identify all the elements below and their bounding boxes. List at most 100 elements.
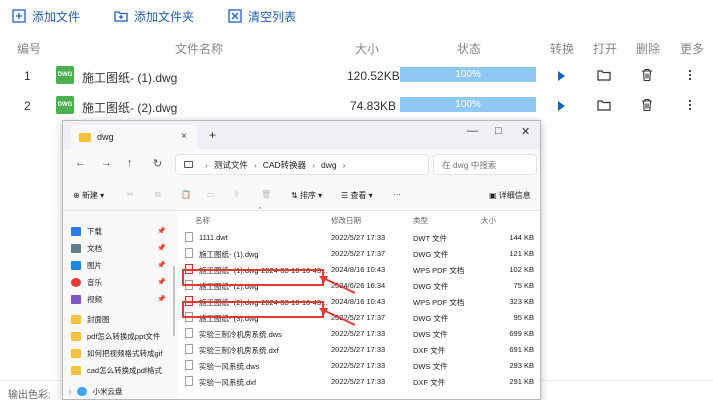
dwg-file-icon: DWG bbox=[56, 96, 74, 114]
sort-button[interactable]: ⇅ 排序 ▾ bbox=[291, 190, 322, 201]
breadcrumb-cad-converter[interactable]: CAD转换器 bbox=[263, 159, 306, 171]
forward-arrow-icon[interactable]: → bbox=[101, 157, 112, 169]
col-header-name[interactable]: 名称 bbox=[195, 211, 210, 229]
sidebar-item-cover[interactable]: 封面图 bbox=[71, 312, 110, 326]
delete-icon[interactable]: 🗑 bbox=[261, 190, 271, 199]
address-path[interactable]: › 测试文件 › CAD转换器 › dwg › bbox=[175, 154, 429, 175]
close-window-icon[interactable]: ✕ bbox=[521, 125, 530, 138]
sidebar-label: 小米云盘 bbox=[92, 386, 123, 396]
plus-circle-icon: ⊕ bbox=[73, 191, 82, 200]
pin-icon: 📌 bbox=[157, 228, 166, 235]
up-arrow-icon[interactable]: ↑ bbox=[127, 157, 133, 169]
sidebar-item-music[interactable]: 音乐 bbox=[71, 275, 102, 289]
file-row[interactable]: 实验三制冷机房系统.dxf 2022/5/27 17:33 DXF 文件 691 KB bbox=[177, 341, 540, 357]
col-header-date[interactable]: 修改日期 bbox=[331, 211, 361, 229]
col-convert: 转换 bbox=[550, 42, 575, 56]
col-header-type[interactable]: 类型 bbox=[413, 211, 428, 229]
sidebar-item-documents[interactable]: 文档 bbox=[71, 241, 102, 255]
folder-icon bbox=[71, 348, 81, 358]
row-filename: 施工图纸- (2).dwg bbox=[82, 101, 178, 115]
file-icon bbox=[185, 360, 193, 370]
sidebar-item-xiaomi-cloud[interactable]: › 小米云盘 bbox=[69, 384, 123, 398]
clear-list-icon bbox=[228, 9, 242, 23]
rename-icon[interactable]: ▭ bbox=[207, 190, 215, 199]
tab-close-icon[interactable]: × bbox=[181, 131, 187, 142]
pin-icon: 📌 bbox=[157, 245, 166, 252]
col-index: 编号 bbox=[17, 42, 42, 56]
sidebar-item-downloads[interactable]: 下载 bbox=[71, 224, 102, 238]
file-size: 691 KB bbox=[509, 345, 534, 354]
more-commands-icon[interactable]: ··· bbox=[393, 190, 401, 199]
sidebar-item-folder[interactable]: pdf怎么转换成ppt文件 bbox=[71, 329, 160, 343]
sidebar-label: 下载 bbox=[87, 226, 102, 236]
col-more: 更多 bbox=[680, 42, 705, 56]
file-explorer-window: dwg × + — □ ✕ ← → ↑ ↻ › 测试文件 › CAD转换器 › … bbox=[62, 120, 541, 400]
breadcrumb-separator: › bbox=[205, 159, 208, 170]
breadcrumb-dwg[interactable]: dwg bbox=[321, 160, 337, 170]
sidebar-label: 视频 bbox=[87, 294, 102, 304]
details-pane-icon: ▣ bbox=[489, 191, 499, 200]
arrow-annotation-icon bbox=[319, 276, 356, 294]
breadcrumb-test-files[interactable]: 测试文件 bbox=[214, 159, 248, 171]
add-folder-button[interactable]: 添加文件夹 bbox=[114, 8, 194, 25]
paste-icon[interactable]: 📋 bbox=[181, 190, 191, 199]
open-folder-icon[interactable] bbox=[597, 98, 611, 112]
sidebar-item-pictures[interactable]: 图片 bbox=[71, 258, 102, 272]
sidebar-label: 如何把视频格式转成gif bbox=[87, 348, 163, 358]
clear-list-label: 清空列表 bbox=[248, 9, 297, 24]
file-row[interactable]: 施工图纸- (1).dwg 2022/5/27 17:37 DWG 文件 121 KB bbox=[177, 245, 540, 261]
delete-trash-icon[interactable] bbox=[640, 68, 654, 82]
file-size: 293 KB bbox=[509, 361, 534, 370]
tab-title: dwg bbox=[97, 132, 114, 142]
file-row[interactable]: 实验三制冷机房系统.dws 2022/5/27 17:33 DWS 文件 699 KB bbox=[177, 325, 540, 341]
convert-play-icon[interactable] bbox=[558, 101, 565, 111]
copy-icon[interactable]: ⧉ bbox=[155, 190, 161, 200]
col-size: 大小 bbox=[355, 42, 380, 56]
sidebar-label: 图片 bbox=[87, 260, 102, 270]
file-row[interactable]: 1111.dwt 2022/5/27 17:33 DWT 文件 144 KB bbox=[177, 229, 540, 245]
sidebar-item-folder[interactable]: 如何把视频格式转成gif bbox=[71, 346, 162, 360]
pin-icon: 📌 bbox=[157, 262, 166, 269]
music-icon bbox=[71, 277, 81, 287]
file-size: 144 KB bbox=[509, 233, 534, 242]
more-options-icon[interactable] bbox=[683, 98, 697, 112]
share-icon[interactable]: ⇪ bbox=[233, 190, 240, 199]
file-name: 实验一风系统.dxf bbox=[199, 378, 257, 387]
file-name: 实验一风系统.dws bbox=[199, 362, 260, 371]
dwg-file-icon: DWG bbox=[56, 66, 74, 84]
search-input[interactable]: 在 dwg 中搜索 bbox=[433, 154, 537, 175]
delete-trash-icon[interactable] bbox=[640, 98, 654, 112]
add-file-button[interactable]: 添加文件 bbox=[12, 8, 80, 25]
add-file-label: 添加文件 bbox=[32, 9, 81, 24]
clear-list-button[interactable]: 清空列表 bbox=[228, 8, 296, 25]
open-folder-icon[interactable] bbox=[597, 68, 611, 82]
details-button[interactable]: ▣ 详细信息 bbox=[489, 190, 531, 201]
file-type: DXF 文件 bbox=[413, 378, 446, 387]
progress-label: 100% bbox=[455, 69, 481, 80]
new-tab-icon[interactable]: + bbox=[209, 128, 216, 142]
minimize-icon[interactable]: — bbox=[467, 125, 478, 137]
col-header-size[interactable]: 大小 bbox=[481, 211, 496, 229]
explorer-tab[interactable]: dwg × bbox=[71, 125, 197, 149]
file-row[interactable]: 实验一风系统.dxf 2022/5/27 17:33 DXF 文件 291 KB bbox=[177, 373, 540, 389]
progress-bar: 100% bbox=[400, 67, 536, 82]
maximize-icon[interactable]: □ bbox=[495, 125, 502, 137]
col-delete: 删除 bbox=[636, 42, 661, 56]
refresh-icon[interactable]: ↻ bbox=[153, 157, 162, 170]
col-filename: 文件名称 bbox=[175, 42, 224, 56]
sidebar-item-folder[interactable]: cad怎么转换成pdf格式 bbox=[71, 363, 162, 377]
convert-play-icon[interactable] bbox=[558, 71, 565, 81]
more-options-icon[interactable] bbox=[683, 68, 697, 82]
details-label: 详细信息 bbox=[498, 191, 531, 200]
new-button[interactable]: ⊕ 新建 ▾ bbox=[73, 190, 104, 201]
view-button[interactable]: ☰ 查看 ▾ bbox=[341, 190, 373, 201]
cut-icon[interactable]: ✂ bbox=[127, 190, 134, 199]
file-type: DWG 文件 bbox=[413, 282, 449, 291]
file-date: 2022/5/27 17:33 bbox=[331, 345, 386, 354]
highlight-box bbox=[182, 269, 324, 286]
sidebar-item-videos[interactable]: 视频 bbox=[71, 292, 102, 306]
scrollbar-thumb[interactable] bbox=[173, 266, 175, 336]
back-arrow-icon[interactable]: ← bbox=[75, 157, 86, 169]
file-row[interactable]: 实验一风系统.dws 2022/5/27 17:33 DWS 文件 293 KB bbox=[177, 357, 540, 373]
file-icon bbox=[185, 376, 193, 386]
